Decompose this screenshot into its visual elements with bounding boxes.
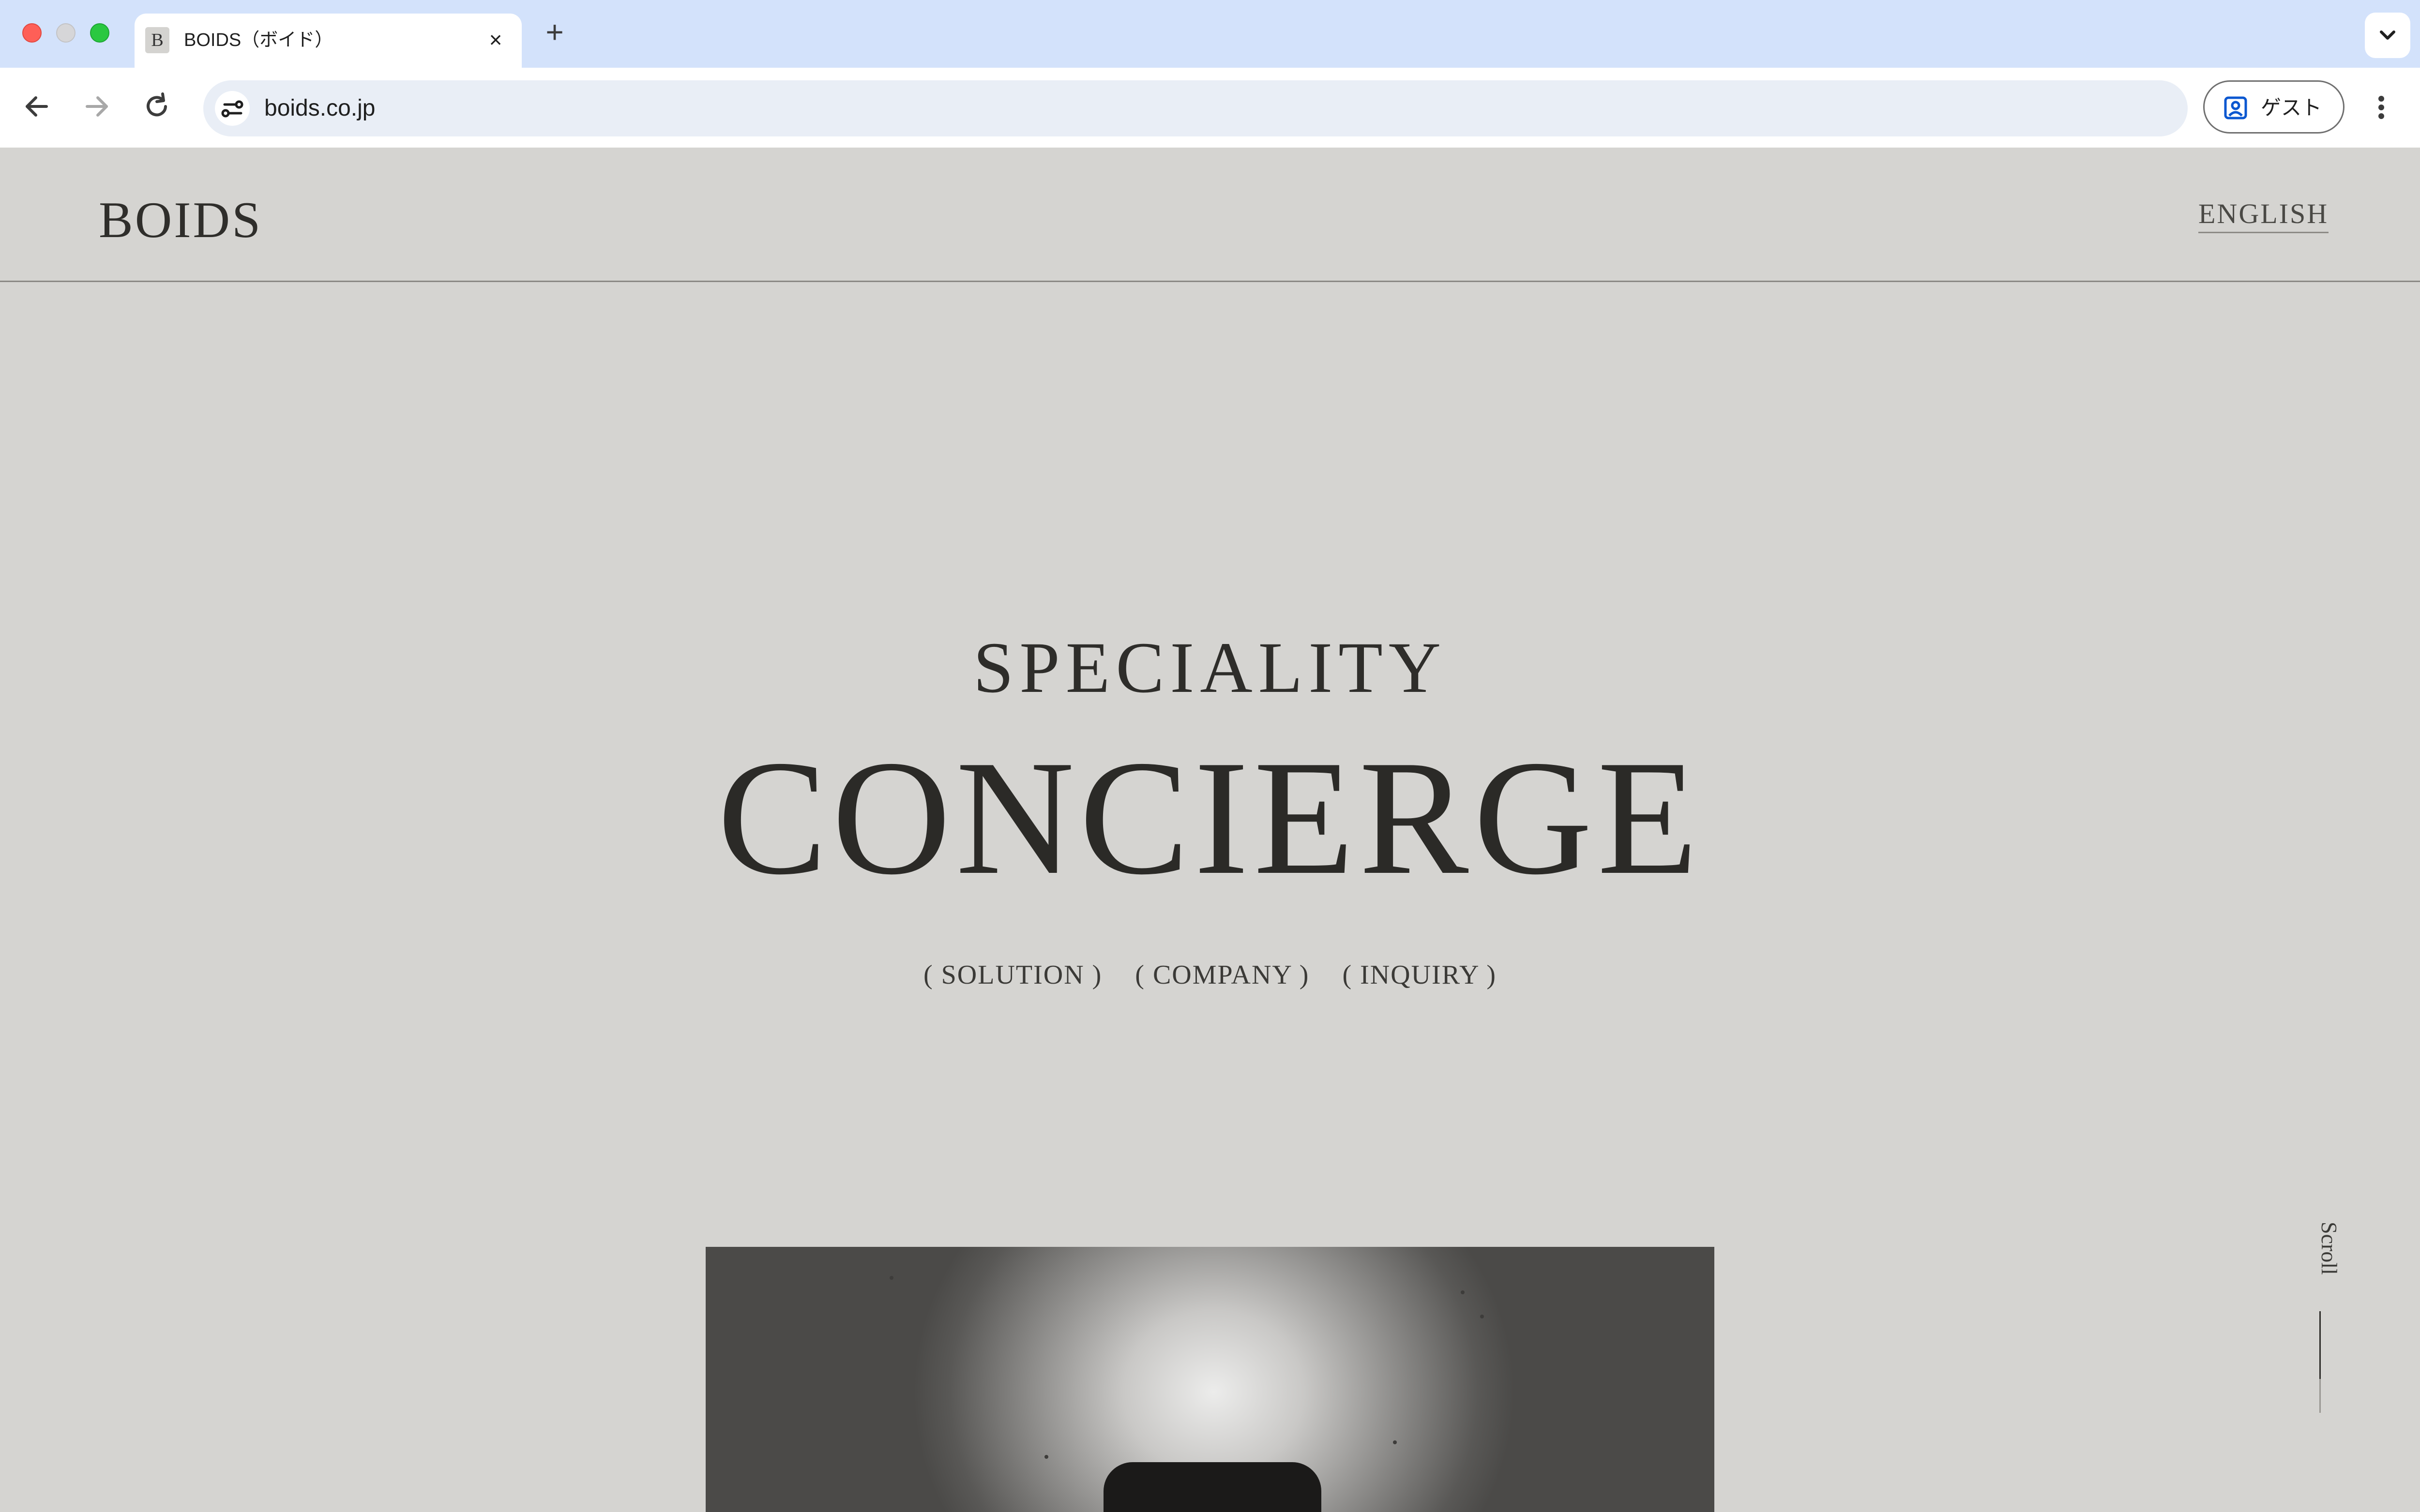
- photo-speck: [1393, 1440, 1397, 1444]
- reload-button[interactable]: [137, 87, 176, 126]
- forward-button[interactable]: [77, 87, 116, 126]
- profile-guest-button[interactable]: ゲスト: [2203, 80, 2344, 134]
- address-bar[interactable]: boids.co.jp: [203, 80, 2188, 136]
- scroll-indicator-label: Scroll: [2317, 1222, 2342, 1275]
- hero-photo: [706, 1247, 1714, 1512]
- url-text: boids.co.jp: [264, 95, 376, 121]
- solution-link[interactable]: ( SOLUTION ): [923, 958, 1102, 992]
- more-vertical-icon: [2378, 96, 2384, 119]
- web-page: BOIDS ENGLISH SPECIALITY CONCIERGE ( SOL…: [0, 148, 2420, 1512]
- photo-speck: [1480, 1315, 1484, 1318]
- photo-speck: [1461, 1290, 1465, 1294]
- browser-menu-button[interactable]: [2367, 87, 2396, 128]
- scroll-indicator-bar: [2319, 1311, 2321, 1379]
- photo-speck: [890, 1276, 893, 1280]
- english-language-link[interactable]: ENGLISH: [2198, 196, 2329, 233]
- window-maximize-button[interactable]: [90, 23, 109, 43]
- active-tab[interactable]: B BOIDS（ボイド） ×: [135, 14, 522, 68]
- tab-search-button[interactable]: [2365, 13, 2410, 58]
- inquiry-link[interactable]: ( INQUIRY ): [1342, 958, 1497, 992]
- hero-title: CONCIERGE: [717, 726, 1703, 909]
- tab-close-icon[interactable]: ×: [482, 26, 509, 53]
- site-logo[interactable]: BOIDS: [99, 191, 262, 249]
- hero-subtitle: SPECIALITY: [973, 628, 1447, 708]
- photo-speck: [1044, 1455, 1048, 1459]
- site-info-button[interactable]: [215, 91, 250, 126]
- tune-icon: [221, 100, 243, 118]
- reload-icon: [147, 92, 167, 117]
- back-button[interactable]: [17, 87, 56, 126]
- chevron-down-icon: [2380, 30, 2395, 40]
- arrow-left-icon: [26, 96, 48, 117]
- chair-silhouette: [1104, 1462, 1321, 1512]
- company-link[interactable]: ( COMPANY ): [1135, 958, 1309, 992]
- guest-label: ゲスト: [2261, 96, 2322, 119]
- browser-toolbar: boids.co.jp ゲスト: [0, 68, 2420, 148]
- header-divider: [0, 281, 2420, 282]
- person-icon: [2224, 96, 2247, 120]
- tab-title: BOIDS（ボイド）: [184, 30, 333, 50]
- window-close-button[interactable]: [22, 23, 42, 43]
- browser-tab-bar: B BOIDS（ボイド） × +: [0, 0, 2420, 68]
- hero-nav: ( SOLUTION ) ( COMPANY ) ( INQUIRY ): [0, 958, 2420, 992]
- window-minimize-button[interactable]: [56, 23, 76, 43]
- arrow-right-icon: [86, 96, 108, 117]
- new-tab-button[interactable]: +: [539, 16, 570, 48]
- favicon-icon: B: [145, 27, 169, 53]
